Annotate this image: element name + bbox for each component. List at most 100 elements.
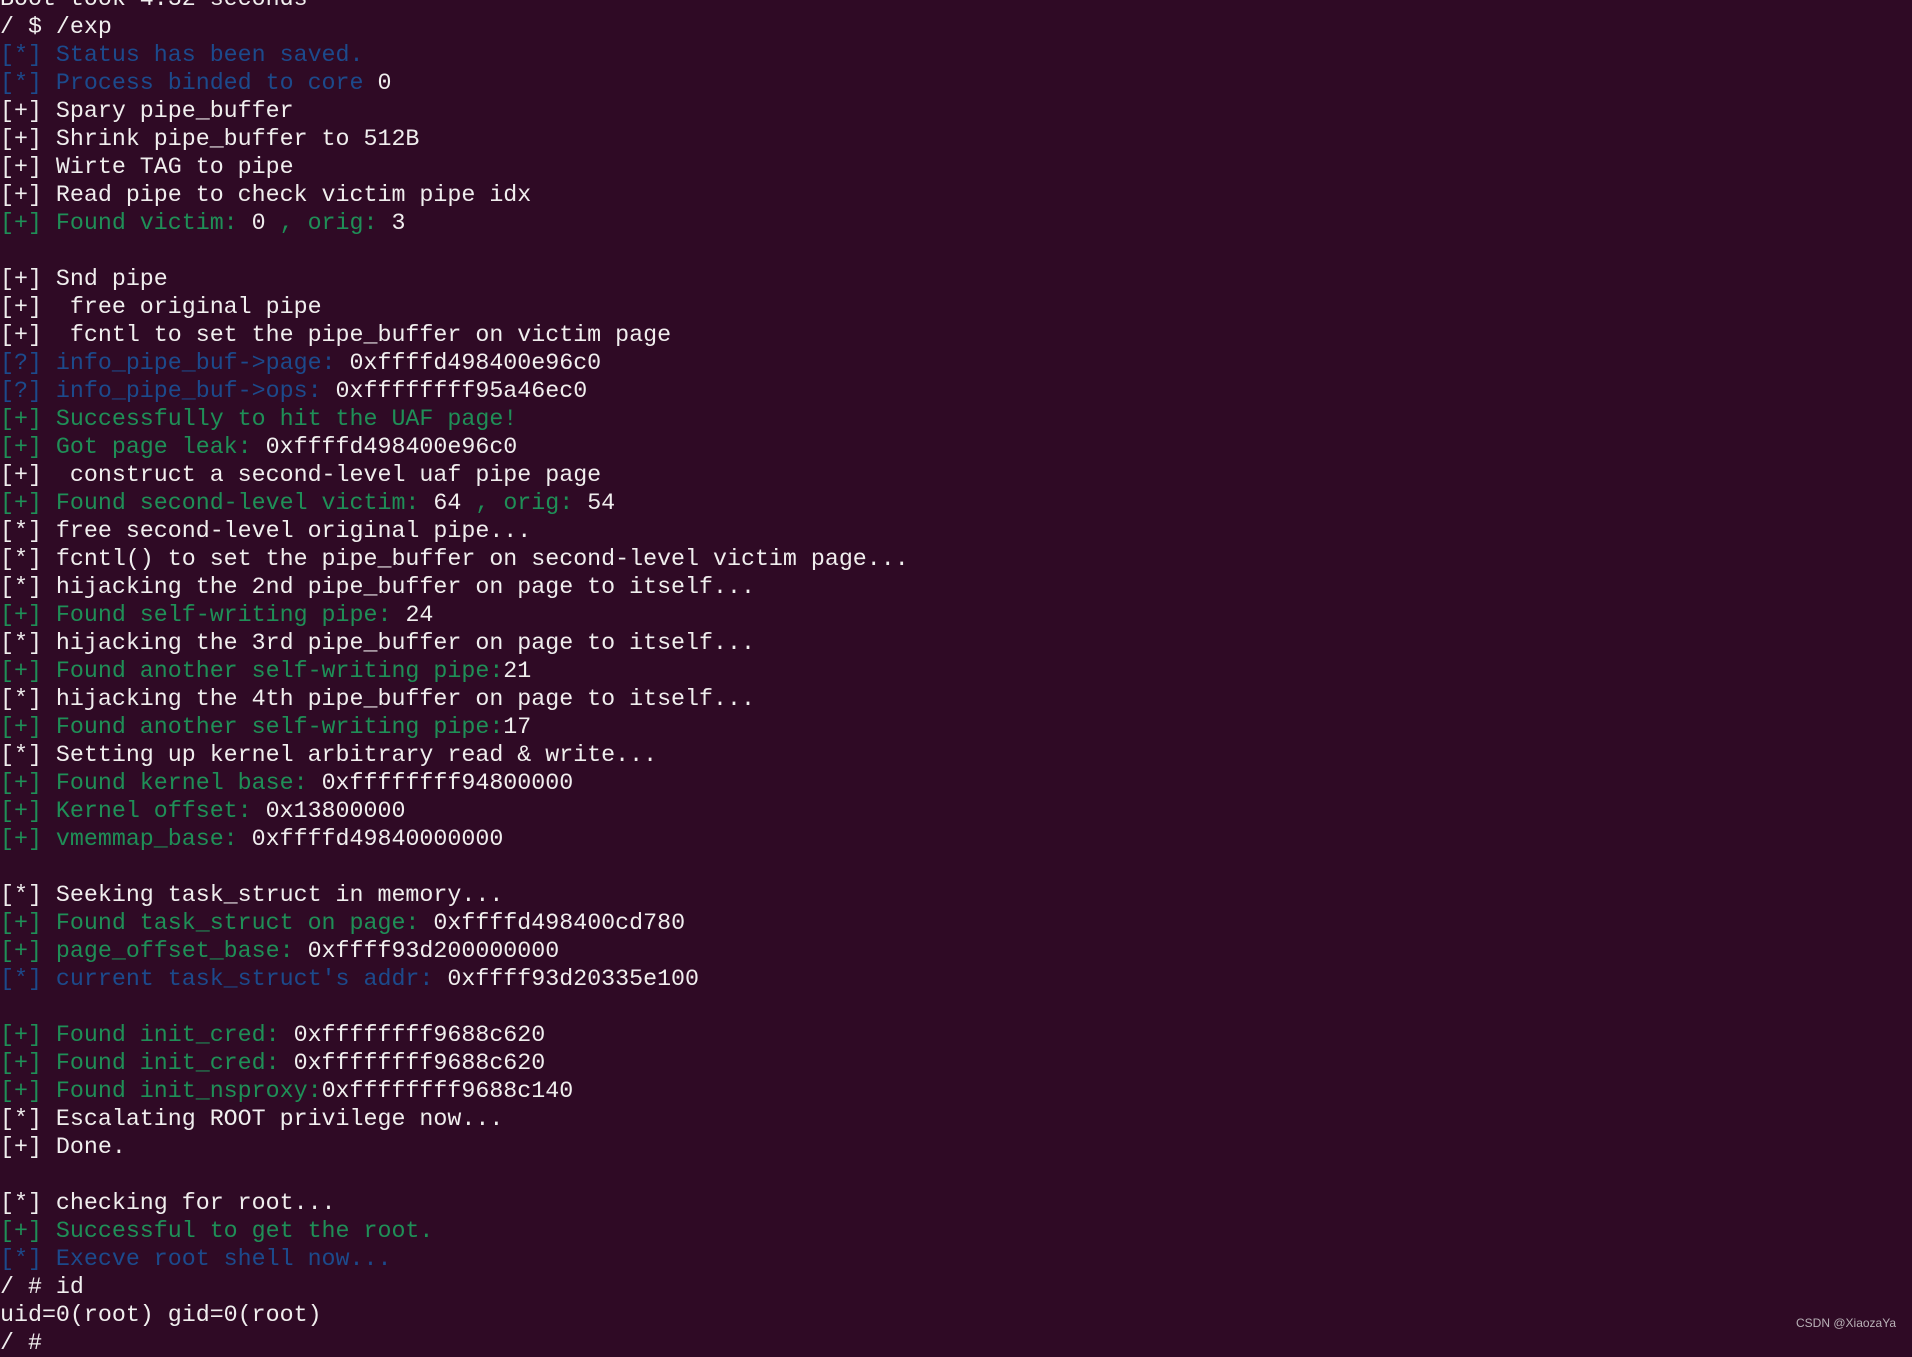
line-segment: [+] Found another self-writing pipe: bbox=[0, 714, 504, 740]
terminal-line: [+] Found second-level victim: 64 , orig… bbox=[0, 489, 1912, 517]
line-segment: 0 bbox=[251, 210, 266, 236]
line-segment: [+] Found init_nsproxy: bbox=[0, 1078, 322, 1104]
line-segment: 0xffffffff9688c620 bbox=[293, 1022, 546, 1048]
terminal-line: [+] Snd pipe bbox=[0, 265, 1912, 293]
line-segment: / # id bbox=[0, 1274, 84, 1300]
line-segment: [*] fcntl() to set the pipe_buffer on se… bbox=[0, 546, 909, 572]
line-segment: [+] Found second-level victim: bbox=[0, 490, 434, 516]
terminal-line: [+] Found init_cred: 0xffffffff9688c620 bbox=[0, 1049, 1912, 1077]
line-segment: [+] fcntl to set the pipe_buffer on vict… bbox=[0, 322, 672, 348]
line-segment: 24 bbox=[405, 602, 434, 628]
line-segment: 0xffffd498400e96c0 bbox=[265, 434, 518, 460]
terminal-line: [+] Successfully to hit the UAF page! bbox=[0, 405, 1912, 433]
line-segment: [+] Got page leak: bbox=[0, 434, 266, 460]
line-segment: [*] Seeking task_struct in memory... bbox=[0, 882, 504, 908]
terminal-line: / # id bbox=[0, 1273, 1912, 1301]
line-segment: , orig: bbox=[265, 210, 392, 236]
terminal-line: [+] Successful to get the root. bbox=[0, 1217, 1912, 1245]
line-segment: [*] checking for root... bbox=[0, 1190, 336, 1216]
line-segment: 17 bbox=[503, 714, 532, 740]
line-segment: [*] Process binded to core bbox=[0, 70, 378, 96]
line-segment: [*] free second-level original pipe... bbox=[0, 518, 532, 544]
terminal-line: [+] Found task_struct on page: 0xffffd49… bbox=[0, 909, 1912, 937]
line-segment: [+] Found task_struct on page: bbox=[0, 910, 434, 936]
terminal-line: [+] Read pipe to check victim pipe idx bbox=[0, 181, 1912, 209]
line-segment: 0xffffd49840000000 bbox=[251, 826, 504, 852]
terminal-line: [*] checking for root... bbox=[0, 1189, 1912, 1217]
terminal-line: [+] fcntl to set the pipe_buffer on vict… bbox=[0, 321, 1912, 349]
terminal-line: [*] Status has been saved. bbox=[0, 41, 1912, 69]
line-segment: [+] construct a second-level uaf pipe pa… bbox=[0, 462, 602, 488]
terminal-line: [+] Found self-writing pipe: 24 bbox=[0, 601, 1912, 629]
terminal-line: [+] Found victim: 0 , orig: 3 bbox=[0, 209, 1912, 237]
line-segment: 0 bbox=[377, 70, 392, 96]
line-segment: [?] info_pipe_buf->ops: bbox=[0, 378, 336, 404]
terminal-line: [+] Found another self-writing pipe:21 bbox=[0, 657, 1912, 685]
terminal-line: [+] Shrink pipe_buffer to 512B bbox=[0, 125, 1912, 153]
terminal-line: [*] hijacking the 2nd pipe_buffer on pag… bbox=[0, 573, 1912, 601]
line-segment: [?] info_pipe_buf->page: bbox=[0, 350, 350, 376]
line-segment: [*] hijacking the 2nd pipe_buffer on pag… bbox=[0, 574, 755, 600]
line-segment: [+] Kernel offset: bbox=[0, 798, 266, 824]
line-segment: [+] Done. bbox=[0, 1134, 126, 1160]
line-segment: 54 bbox=[587, 490, 616, 516]
line-segment: 3 bbox=[391, 210, 406, 236]
line-segment: [+] Found init_cred: bbox=[0, 1050, 294, 1076]
line-segment: / # bbox=[0, 1330, 42, 1356]
line-segment: 0x13800000 bbox=[265, 798, 406, 824]
terminal-line: [?] info_pipe_buf->page: 0xffffd498400e9… bbox=[0, 349, 1912, 377]
terminal-line: [*] Escalating ROOT privilege now... bbox=[0, 1105, 1912, 1133]
line-segment: [+] Successful to get the root. bbox=[0, 1218, 434, 1244]
line-segment: 0xffff93d200000000 bbox=[307, 938, 560, 964]
line-segment: uid=0(root) gid=0(root) bbox=[0, 1302, 322, 1328]
terminal-line: [+] Got page leak: 0xffffd498400e96c0 bbox=[0, 433, 1912, 461]
terminal-line: [*] fcntl() to set the pipe_buffer on se… bbox=[0, 545, 1912, 573]
line-segment: 0xffffffff95a46ec0 bbox=[335, 378, 588, 404]
line-segment: 0xffff93d20335e100 bbox=[447, 966, 700, 992]
line-segment: 21 bbox=[503, 658, 532, 684]
line-segment: [*] Status has been saved. bbox=[0, 42, 364, 68]
terminal-line: [+] Done. bbox=[0, 1133, 1912, 1161]
line-segment: [+] Found init_cred: bbox=[0, 1022, 294, 1048]
line-segment: [+] Found self-writing pipe: bbox=[0, 602, 406, 628]
terminal-line: uid=0(root) gid=0(root) bbox=[0, 1301, 1912, 1329]
terminal-line: [+] Wirte TAG to pipe bbox=[0, 153, 1912, 181]
line-segment: Boot took 4.32 seconds bbox=[0, 0, 308, 12]
line-segment: [+] Snd pipe bbox=[0, 266, 168, 292]
terminal-line: / # bbox=[0, 1329, 1912, 1357]
terminal-line: [*] hijacking the 4th pipe_buffer on pag… bbox=[0, 685, 1912, 713]
line-segment: [*] Execve root shell now... bbox=[0, 1246, 392, 1272]
terminal-line: [+] Found init_nsproxy:0xffffffff9688c14… bbox=[0, 1077, 1912, 1105]
line-segment: [+] Found another self-writing pipe: bbox=[0, 658, 504, 684]
line-segment: [*] Escalating ROOT privilege now... bbox=[0, 1106, 504, 1132]
line-segment: [+] Found victim: bbox=[0, 210, 252, 236]
line-segment: [*] Setting up kernel arbitrary read & w… bbox=[0, 742, 658, 768]
terminal-line: [*] Process binded to core 0 bbox=[0, 69, 1912, 97]
line-segment: 0xffffd498400e96c0 bbox=[349, 350, 602, 376]
line-segment: 0xffffffff94800000 bbox=[321, 770, 574, 796]
line-segment: [*] hijacking the 3rd pipe_buffer on pag… bbox=[0, 630, 755, 656]
line-segment: [*] current task_struct's addr: bbox=[0, 966, 448, 992]
terminal-line: [+] page_offset_base: 0xffff93d200000000 bbox=[0, 937, 1912, 965]
terminal-line: Boot took 4.32 seconds bbox=[0, 0, 1912, 13]
terminal-output[interactable]: Boot took 4.32 seconds / $ /exp[*] Status… bbox=[0, 0, 1912, 1357]
terminal-line: [+] free original pipe bbox=[0, 293, 1912, 321]
line-segment: [+] vmemmap_base: bbox=[0, 826, 252, 852]
terminal-line: [+] Found another self-writing pipe:17 bbox=[0, 713, 1912, 741]
line-segment: [+] free original pipe bbox=[0, 294, 322, 320]
line-segment: [+] page_offset_base: bbox=[0, 938, 308, 964]
line-segment: [*] hijacking the 4th pipe_buffer on pag… bbox=[0, 686, 755, 712]
terminal-line: [+] construct a second-level uaf pipe pa… bbox=[0, 461, 1912, 489]
terminal-line: [+] Found kernel base: 0xffffffff9480000… bbox=[0, 769, 1912, 797]
line-segment: [+] Successfully to hit the UAF page! bbox=[0, 406, 518, 432]
terminal-line: [*] Setting up kernel arbitrary read & w… bbox=[0, 741, 1912, 769]
terminal-line: [*] free second-level original pipe... bbox=[0, 517, 1912, 545]
watermark: CSDN @XiaozaYa bbox=[1796, 1316, 1896, 1330]
line-segment: [+] Shrink pipe_buffer to 512B bbox=[0, 126, 420, 152]
terminal-line: [*] Execve root shell now... bbox=[0, 1245, 1912, 1273]
line-segment: 64 bbox=[433, 490, 462, 516]
